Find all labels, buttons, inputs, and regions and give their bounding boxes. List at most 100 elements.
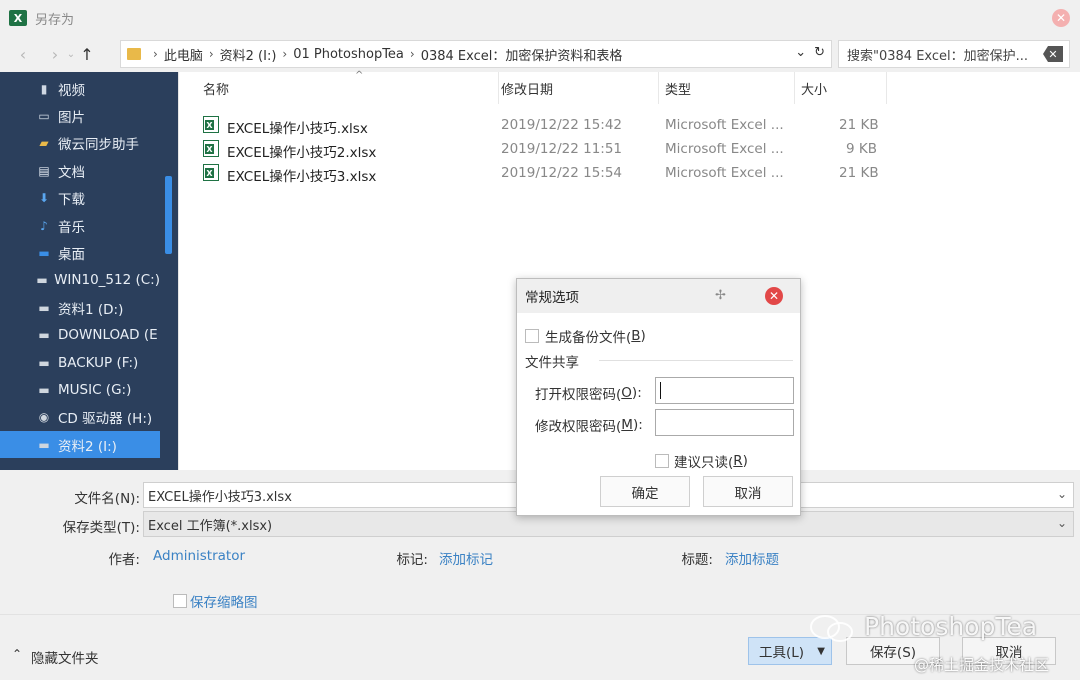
chevron-down-icon[interactable]: ⌄ [1057,487,1067,501]
ok-label: 确定 [631,485,659,502]
sidebar-item[interactable]: ▮ 视频 [0,75,160,102]
sidebar-scrollbar[interactable] [160,72,178,470]
readonly-option[interactable]: 建议只读(R) [655,451,748,471]
thumbnail-label[interactable]: 保存缩略图 [190,591,258,611]
column-date-label: 修改日期 [501,82,554,98]
address-bar[interactable]: › 此电脑 › 资料2 (I:) › 01 PhotoshopTea › 038… [120,40,832,68]
open-password-label: 打开权限密码(O): [535,383,642,403]
back-arrow-icon[interactable]: ‹ [12,45,34,64]
sidebar-item-label: 资料1 (D:) [58,301,124,318]
chevron-down-icon[interactable]: ⌄ [795,45,806,60]
backup-key: B [631,328,641,344]
folder-icon: ▰ [39,136,49,151]
add-tags-link[interactable]: 添加标记 [439,548,493,568]
backup-option[interactable]: 生成备份文件(B) [525,326,646,346]
sidebar-item[interactable]: ▬ DOWNLOAD (E [0,322,160,349]
column-size[interactable]: 大小 [793,72,887,104]
excel-icon: X [9,10,27,26]
table-row[interactable]: EXCEL操作小技巧.xlsx 2019/12/22 15:42 Microso… [199,113,899,137]
modify-password-text: 修改权限密码( [535,419,622,435]
caret-down-icon: ▼ [817,645,825,657]
table-row[interactable]: EXCEL操作小技巧3.xlsx 2019/12/22 15:54 Micros… [199,161,899,185]
title-bar: X 另存为 ✕ [0,0,1080,36]
sidebar-item[interactable]: ▬ 资料2 (I:) [0,431,160,459]
wechat-icon [810,615,853,642]
file-date: 2019/12/22 15:42 [501,117,623,133]
sidebar-item-label: 音乐 [58,219,85,236]
sidebar-item[interactable]: ◉ CD 驱动器 (H:) [0,404,160,431]
chevron-down-icon[interactable]: ⌄ [1057,516,1067,530]
column-date[interactable]: 修改日期 [493,72,659,104]
sort-up-icon: ^ [355,70,364,81]
modify-password-label: 修改权限密码(M): [535,415,643,435]
navigation-pane[interactable]: ▮ 视频 ▭ 图片 ▰ 微云同步助手 ▤ 文档 ⬇ 下载 ♪ 音乐 ▬ 桌面 ▬ WIN10_512 (C:)… [0,72,160,470]
author-value[interactable]: Administrator [153,548,245,564]
dialog-title: 常规选项 [525,290,579,306]
watermark-brand: PhotoshopTea [864,612,1038,641]
file-date: 2019/12/22 15:54 [501,165,623,181]
sidebar-item[interactable]: ⬇ 下载 [0,185,160,212]
scrollbar-thumb[interactable] [165,176,172,254]
drive-icon: ▬ [38,355,50,370]
sidebar-item[interactable]: ▤ 文档 [0,157,160,184]
breadcrumb-drive[interactable]: 资料2 (I:) [220,45,277,64]
backup-checkbox[interactable] [525,329,539,343]
forward-arrow-icon[interactable]: › [44,45,66,64]
refresh-icon[interactable]: ↻ [814,45,825,60]
up-arrow-icon[interactable]: ↑ [76,45,98,64]
clear-search-icon[interactable]: ✕ [1043,46,1063,62]
sidebar-item[interactable]: ♪ 音乐 [0,212,160,239]
ok-button[interactable]: 确定 [600,476,690,507]
thumbnail-checkbox[interactable] [173,593,187,608]
window-close-icon[interactable]: ✕ [1052,9,1070,27]
sidebar-item[interactable]: ▬ MUSIC (G:) [0,376,160,403]
pin-icon[interactable]: ✢ [715,288,726,303]
video-icon: ▮ [40,81,48,96]
drive-icon: ▬ [38,328,50,343]
drive-icon: ▬ [38,382,50,397]
drive-icon: ▬ [36,273,48,288]
chevron-right-icon[interactable]: › [410,47,415,61]
file-type: Microsoft Excel ... [665,165,784,181]
open-password-key: O [621,385,632,401]
column-type[interactable]: 类型 [657,72,795,104]
dialog-close-icon[interactable]: ✕ [765,287,783,305]
breadcrumb-folder[interactable]: 01 PhotoshopTea [293,47,404,62]
sidebar-item[interactable]: ▬ BACKUP (F:) [0,349,160,376]
sidebar-item[interactable]: ▭ 图片 [0,102,160,129]
chevron-right-icon[interactable]: › [209,47,214,61]
dialog-title-bar[interactable]: 常规选项 [517,279,800,313]
sidebar-item[interactable]: ▰ 微云同步助手 [0,130,160,157]
sharing-section-label: 文件共享 [525,351,579,371]
sidebar-item-label: 图片 [58,110,85,127]
title-label: 标题: [681,552,713,568]
file-size: 21 KB [839,117,879,133]
picture-icon: ▭ [38,109,50,124]
search-input[interactable]: 搜索"0384 Excel：加密保护... ✕ [838,40,1070,68]
tools-label: 工具(L) [759,645,805,661]
breadcrumb-this-pc[interactable]: 此电脑 [164,45,203,64]
open-password-input[interactable] [655,377,794,404]
add-title-link[interactable]: 添加标题 [725,548,779,568]
recent-dropdown-icon[interactable]: ⌄ [66,49,76,60]
chevron-up-icon[interactable]: ⌃ [12,647,22,661]
chevron-right-icon[interactable]: › [282,47,287,61]
sidebar-item-label: BACKUP (F:) [58,354,139,371]
excel-file-icon [203,116,219,133]
table-row[interactable]: EXCEL操作小技巧2.xlsx 2019/12/22 11:51 Micros… [199,137,899,161]
hide-folders-button[interactable]: 隐藏文件夹 [31,647,99,667]
modify-password-input[interactable] [655,409,794,436]
sidebar-item-label: WIN10_512 (C:) [54,272,160,289]
readonly-label: 建议只读( [674,455,734,471]
general-options-dialog[interactable]: 常规选项 ✢ ✕ 生成备份文件(B) 文件共享 打开权限密码(O): 修改权限密… [516,278,801,516]
chevron-right-icon[interactable]: › [153,47,158,61]
sidebar-item[interactable]: ▬ 资料1 (D:) [0,294,160,321]
sidebar-item[interactable]: ▬ WIN10_512 (C:) [0,267,160,294]
readonly-checkbox[interactable] [655,454,669,468]
sidebar-item-label: 下载 [58,192,85,209]
sidebar-item[interactable]: ▬ 桌面 [0,239,160,266]
column-name[interactable]: 名称 ^ [195,70,499,104]
breadcrumb-current[interactable]: 0384 Excel：加密保护资料和表格 [421,45,623,64]
dialog-cancel-button[interactable]: 取消 [703,476,793,507]
drive-icon: ▬ [38,437,50,452]
